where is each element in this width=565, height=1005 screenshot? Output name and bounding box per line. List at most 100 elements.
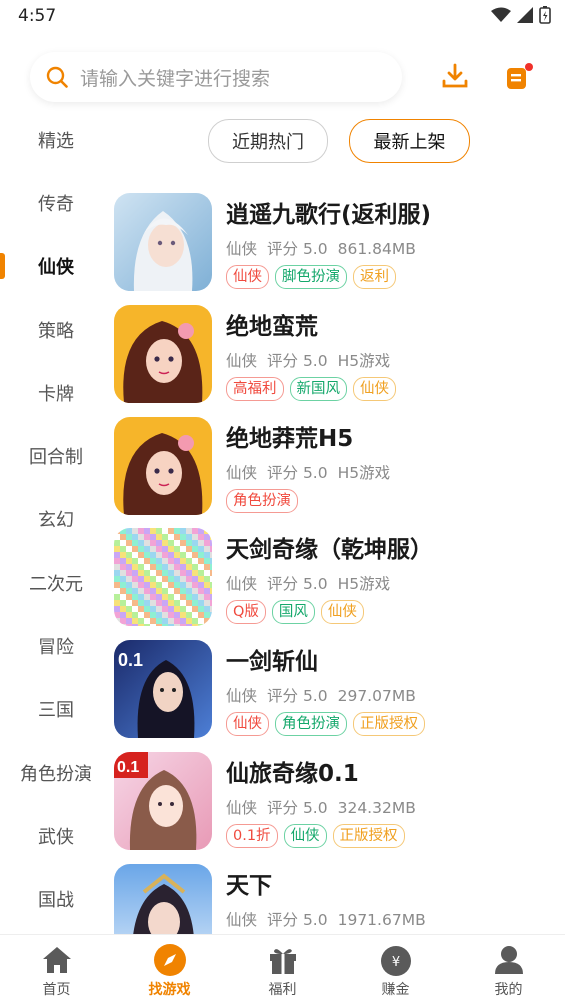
game-title: 绝地莽荒H5 — [226, 425, 354, 452]
game-rating: 评分 5.0 — [267, 687, 328, 706]
game-meta: 仙侠 评分 5.0 H5游戏 — [226, 461, 400, 483]
game-icon-image — [114, 528, 212, 627]
game-genre: 仙侠 — [226, 351, 258, 370]
game-title: 一剑斩仙 — [226, 649, 318, 676]
tab-home[interactable]: 首页 — [0, 935, 113, 1005]
game-title: 逍遥九歌行(返利服) — [226, 202, 432, 228]
game-rating: 评分 5.0 — [267, 240, 328, 258]
game-icon-image: 0.1 — [114, 640, 212, 739]
search-placeholder: 请输入关键字进行搜索 — [80, 67, 271, 90]
game-meta: 仙侠 评分 5.0 324.32MB — [226, 796, 426, 818]
game-rating: 评分 5.0 — [267, 799, 328, 817]
game-rating: 评分 5.0 — [267, 575, 328, 594]
game-tag: 仙侠 — [320, 600, 364, 625]
game-icon-image — [114, 304, 212, 403]
status-icons — [491, 6, 551, 24]
game-title: 天剑奇缘（乾坤服） — [226, 537, 433, 564]
game-tags: 角色扮演 — [226, 488, 298, 513]
game-genre: 仙侠 — [226, 463, 258, 482]
sidebar-item-11[interactable]: 角色扮演 — [0, 741, 112, 804]
game-list-item[interactable]: 绝地莽荒H5 仙侠 评分 5.0 H5游戏 角色扮演 — [112, 416, 552, 525]
tab-label: 首页 — [42, 982, 71, 998]
game-list-item[interactable]: 0.1 一剑斩仙 仙侠 评分 5.0 297.07MB 仙侠 角色扮演 正版授权 — [112, 640, 552, 748]
tab-money-bag[interactable]: ¥ 赚金 — [339, 935, 452, 1005]
game-meta: 仙侠 评分 5.0 1971.67MB — [226, 908, 436, 930]
game-list-item[interactable]: 逍遥九歌行(返利服) 仙侠 评分 5.0 861.84MB 仙侠 脚色扮演 返利 — [112, 193, 552, 301]
game-genre: 仙侠 — [226, 687, 258, 706]
game-meta: 仙侠 评分 5.0 H5游戏 — [226, 572, 400, 594]
signal-icon — [517, 7, 533, 23]
tab-label: 福利 — [268, 982, 297, 998]
game-tags: 高福利 新国风 仙侠 — [226, 376, 396, 401]
tab-label: 赚金 — [381, 982, 410, 998]
sidebar-item-1[interactable]: 精选 — [0, 108, 112, 171]
status-time: 4:57 — [18, 6, 57, 26]
tab-compass[interactable]: 找游戏 — [113, 935, 226, 1005]
game-tag: 角色扮演 — [226, 488, 298, 513]
tab-label: 找游戏 — [148, 982, 191, 998]
sidebar-item-4[interactable]: 策略 — [0, 298, 112, 361]
search-icon — [46, 66, 68, 88]
game-title: 仙旅奇缘0.1 — [226, 761, 359, 787]
game-tags: 0.1折 仙侠 正版授权 — [226, 824, 405, 848]
bottom-tab-bar: 首页 找游戏 福利 ¥ 赚金 我的 — [0, 934, 565, 1005]
game-meta: 仙侠 评分 5.0 H5游戏 — [226, 349, 400, 371]
sidebar-item-2[interactable]: 传奇 — [0, 171, 112, 234]
sidebar-item-12[interactable]: 武侠 — [0, 804, 112, 867]
messages-button[interactable] — [498, 56, 538, 96]
message-icon — [507, 63, 533, 89]
filter-newest-button[interactable]: 最新上架 — [349, 119, 470, 163]
sidebar-item-3[interactable]: 仙侠 — [0, 235, 112, 298]
game-size: H5游戏 — [337, 575, 391, 594]
game-icon-image — [114, 416, 212, 515]
game-tag: 0.1折 — [226, 824, 278, 848]
download-icon — [442, 63, 468, 88]
game-tag: 国风 — [271, 600, 315, 625]
sidebar-item-10[interactable]: 三国 — [0, 678, 112, 741]
svg-text:¥: ¥ — [391, 955, 399, 970]
tab-label: 我的 — [494, 982, 523, 998]
game-rating: 评分 5.0 — [267, 910, 328, 929]
filter-recent-hot-button[interactable]: 近期热门 — [208, 119, 328, 163]
game-rating: 评分 5.0 — [267, 463, 328, 482]
tab-user[interactable]: 我的 — [452, 935, 565, 1005]
game-meta: 仙侠 评分 5.0 297.07MB — [226, 684, 426, 706]
game-genre: 仙侠 — [226, 240, 258, 258]
game-genre: 仙侠 — [226, 799, 258, 817]
game-tags: Q版 国风 仙侠 — [226, 600, 364, 625]
battery-icon — [539, 6, 551, 24]
game-tag: 脚色扮演 — [275, 265, 347, 289]
game-tag: 正版授权 — [353, 712, 425, 737]
sidebar-item-6[interactable]: 回合制 — [0, 424, 112, 487]
sidebar-item-13[interactable]: 国战 — [0, 868, 112, 931]
sidebar-item-5[interactable]: 卡牌 — [0, 361, 112, 424]
wifi-icon — [491, 7, 511, 22]
game-size: 324.32MB — [337, 799, 416, 817]
game-list-item[interactable]: 绝地蛮荒仙侠 评分 5.0 H5游戏 高福利 新国风 仙侠 — [112, 304, 552, 413]
gift-icon — [266, 943, 300, 977]
game-tag: 返利 — [353, 265, 396, 289]
game-tag: 仙侠 — [353, 376, 396, 401]
sidebar-item-7[interactable]: 玄幻 — [0, 488, 112, 551]
game-tag: Q版 — [226, 600, 266, 625]
game-genre: 仙侠 — [226, 575, 258, 594]
game-size: H5游戏 — [337, 351, 391, 370]
game-icon-image: 0.1 — [114, 752, 212, 850]
game-list-item[interactable]: 0.1 仙旅奇缘0.1 仙侠 评分 5.0 324.32MB 0.1折 仙侠 正版授权 — [112, 752, 552, 860]
download-button[interactable] — [435, 56, 475, 96]
svg-text:0.1: 0.1 — [118, 650, 143, 670]
game-meta: 仙侠 评分 5.0 861.84MB — [226, 237, 426, 259]
game-title: 绝地蛮荒 — [226, 313, 318, 340]
svg-text:0.1: 0.1 — [117, 759, 139, 776]
search-input[interactable]: 请输入关键字进行搜索 — [30, 52, 402, 102]
sidebar-item-9[interactable]: 冒险 — [0, 614, 112, 677]
game-list-item[interactable]: 天剑奇缘（乾坤服） 仙侠 评分 5.0 H5游戏 Q版 国风 仙侠 — [112, 528, 552, 636]
game-size: 1971.67MB — [337, 910, 426, 929]
category-sidebar: 精选 传奇 仙侠 策略 卡牌 回合制 玄幻 二次元 冒险 三国 角色扮演 武侠 国战 — [0, 108, 112, 931]
sidebar-item-8[interactable]: 二次元 — [0, 551, 112, 614]
game-tag: 仙侠 — [283, 824, 327, 848]
game-tag: 正版授权 — [332, 824, 405, 848]
game-tag: 新国风 — [289, 376, 347, 401]
home-icon — [40, 943, 74, 977]
tab-gift[interactable]: 福利 — [226, 935, 339, 1005]
